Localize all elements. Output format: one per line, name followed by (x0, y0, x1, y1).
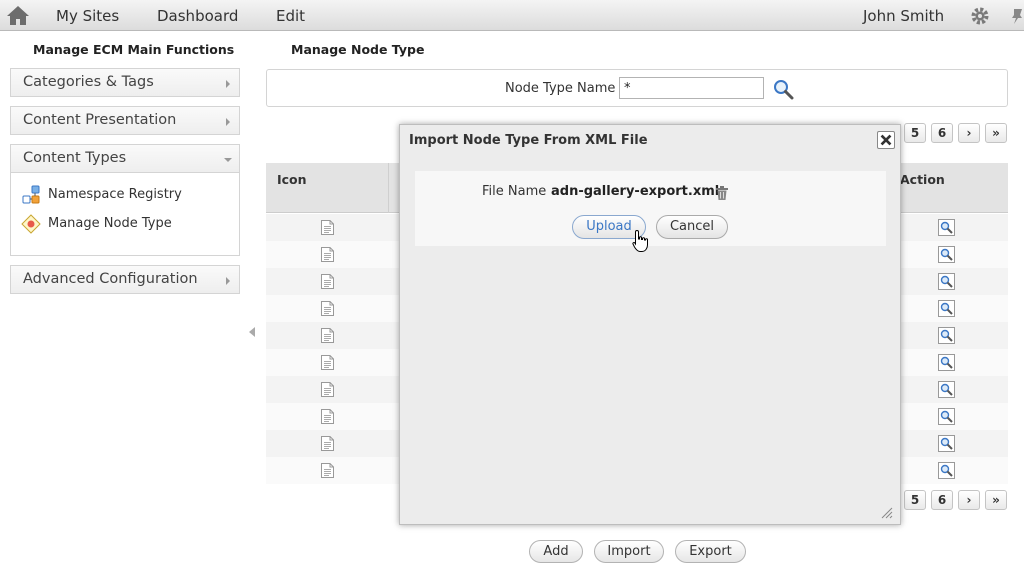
view-node-type-icon[interactable] (938, 246, 955, 263)
page-6-button[interactable]: 6 (931, 490, 953, 510)
page-5-button[interactable]: 5 (904, 123, 926, 143)
column-separator (388, 163, 389, 213)
upload-form: File Name adn-gallery-export.xml Upload … (415, 171, 886, 252)
node-type-name-input[interactable] (619, 77, 764, 99)
add-button[interactable]: Add (529, 540, 583, 563)
cancel-button[interactable]: Cancel (656, 215, 728, 239)
section-label: Categories & Tags (23, 74, 154, 90)
document-icon (321, 328, 334, 343)
section-label: Advanced Configuration (23, 271, 198, 287)
section-content-presentation[interactable]: Content Presentation (10, 106, 240, 135)
user-name[interactable]: John Smith (863, 7, 944, 25)
view-node-type-icon[interactable] (938, 435, 955, 452)
gear-icon[interactable] (970, 6, 990, 26)
view-node-type-icon[interactable] (938, 408, 955, 425)
sidebar-item-label: Manage Node Type (48, 216, 172, 231)
section-advanced-configuration[interactable]: Advanced Configuration (10, 265, 240, 294)
search-label: Node Type Name (505, 81, 616, 96)
document-icon (321, 436, 334, 451)
collapse-panel-icon[interactable] (249, 327, 255, 337)
view-node-type-icon[interactable] (938, 300, 955, 317)
section-content-types[interactable]: Content Types (10, 144, 240, 173)
top-navigation-bar: My Sites Dashboard Edit John Smith (0, 0, 1024, 31)
view-node-type-icon[interactable] (938, 462, 955, 479)
trash-icon[interactable] (716, 186, 728, 200)
document-icon (321, 463, 334, 478)
namespace-icon (22, 185, 40, 204)
document-icon (321, 382, 334, 397)
dialog-title: Import Node Type From XML File (409, 133, 648, 148)
column-header-icon: Icon (277, 172, 307, 187)
import-node-type-dialog: Import Node Type From XML File File Name… (399, 124, 901, 525)
section-label: Content Types (23, 150, 127, 166)
section-categories-tags[interactable]: Categories & Tags (10, 68, 240, 97)
pin-icon[interactable] (1010, 7, 1024, 25)
next-page-button[interactable]: › (958, 123, 980, 143)
document-icon (321, 247, 334, 262)
hand-cursor-icon (632, 229, 648, 252)
sidebar-item-label: Namespace Registry (48, 187, 182, 202)
column-header-action: Action (900, 172, 945, 187)
document-icon (321, 274, 334, 289)
document-icon (321, 220, 334, 235)
file-name-label: File Name (482, 184, 547, 199)
home-icon[interactable] (5, 4, 31, 26)
document-icon (321, 355, 334, 370)
view-node-type-icon[interactable] (938, 381, 955, 398)
last-page-button[interactable]: » (985, 123, 1007, 143)
nav-my-sites[interactable]: My Sites (56, 7, 119, 25)
nav-edit[interactable]: Edit (276, 7, 305, 25)
document-icon (321, 409, 334, 424)
close-icon[interactable] (877, 131, 895, 149)
document-icon (321, 301, 334, 316)
import-button[interactable]: Import (594, 540, 664, 563)
content-types-panel: Namespace Registry Manage Node Type (10, 173, 240, 256)
node-type-icon (21, 214, 41, 234)
file-name-value: adn-gallery-export.xml (551, 184, 720, 199)
page-title: Manage Node Type (291, 42, 425, 57)
chevron-right-icon (226, 118, 230, 126)
chevron-down-icon (224, 158, 232, 162)
export-button[interactable]: Export (675, 540, 746, 563)
search-icon[interactable] (772, 78, 794, 100)
last-page-button[interactable]: » (985, 490, 1007, 510)
left-panel-title: Manage ECM Main Functions (33, 42, 235, 57)
chevron-right-icon (226, 80, 230, 88)
next-page-button[interactable]: › (958, 490, 980, 510)
resize-handle-icon[interactable] (879, 505, 893, 519)
search-panel: Node Type Name (266, 69, 1008, 107)
page-6-button[interactable]: 6 (931, 123, 953, 143)
chevron-right-icon (226, 277, 230, 285)
view-node-type-icon[interactable] (938, 354, 955, 371)
nav-dashboard[interactable]: Dashboard (157, 7, 238, 25)
section-label: Content Presentation (23, 112, 177, 128)
view-node-type-icon[interactable] (938, 273, 955, 290)
view-node-type-icon[interactable] (938, 219, 955, 236)
view-node-type-icon[interactable] (938, 327, 955, 344)
page-5-button[interactable]: 5 (904, 490, 926, 510)
